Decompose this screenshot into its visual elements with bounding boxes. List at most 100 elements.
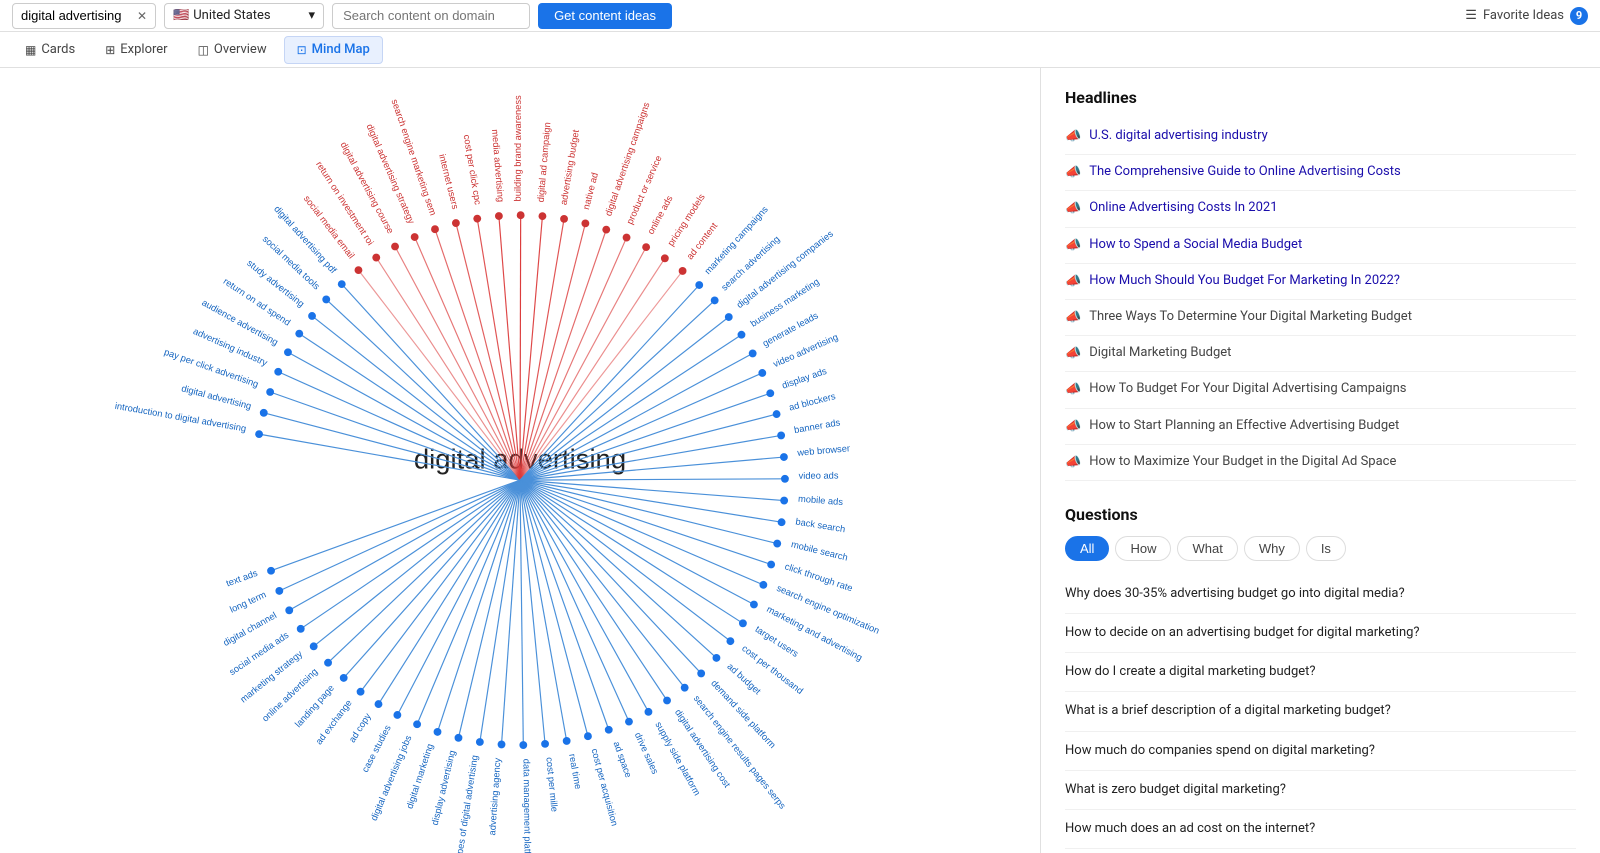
mindmap-node-dot[interactable]: [750, 601, 758, 609]
mindmap-node-dot[interactable]: [476, 738, 484, 746]
headline-item[interactable]: 📣The Comprehensive Guide to Online Adver…: [1065, 155, 1576, 191]
mindmap-node-label[interactable]: ad content: [685, 221, 720, 262]
mindmap-node-dot[interactable]: [455, 734, 463, 742]
mindmap-node-dot[interactable]: [310, 642, 318, 650]
question-item[interactable]: How do I create a digital marketing budg…: [1065, 653, 1576, 692]
mindmap-node-dot[interactable]: [473, 215, 481, 223]
mindmap-node-dot[interactable]: [781, 475, 789, 483]
headline-item[interactable]: 📣U.S. digital advertising industry: [1065, 119, 1576, 155]
headline-item[interactable]: 📣How to Spend a Social Media Budget: [1065, 228, 1576, 264]
mindmap-node-dot[interactable]: [267, 567, 275, 575]
headline-item[interactable]: 📣How To Budget For Your Digital Advertis…: [1065, 372, 1576, 408]
mindmap-node-dot[interactable]: [713, 654, 721, 662]
mindmap-node-label[interactable]: search engine optimization: [775, 583, 881, 636]
question-filter-all[interactable]: All: [1065, 536, 1109, 561]
mindmap-node-dot[interactable]: [391, 243, 399, 251]
mindmap-node-label[interactable]: web browser: [796, 443, 850, 458]
mindmap-node-dot[interactable]: [266, 388, 274, 396]
mindmap-node-label[interactable]: internet users: [437, 153, 460, 210]
mindmap-node-dot[interactable]: [295, 330, 303, 338]
question-item[interactable]: What is zero budget digital marketing?: [1065, 771, 1576, 810]
mindmap-node-label[interactable]: return on investment roi: [314, 160, 375, 248]
mindmap-node-dot[interactable]: [517, 211, 525, 219]
mindmap-node-dot[interactable]: [726, 637, 734, 645]
mindmap-node-label[interactable]: display advertising: [430, 749, 458, 826]
keyword-input[interactable]: digital advertising: [21, 8, 131, 23]
headline-item[interactable]: 📣Digital Marketing Budget: [1065, 336, 1576, 372]
mindmap-node-dot[interactable]: [773, 410, 781, 418]
mindmap-node-dot[interactable]: [452, 219, 460, 227]
mindmap-node-dot[interactable]: [584, 732, 592, 740]
mindmap-node-dot[interactable]: [767, 561, 775, 569]
mindmap-node-label[interactable]: video ads: [799, 471, 839, 481]
mindmap-node-dot[interactable]: [393, 711, 401, 719]
mindmap-node-dot[interactable]: [431, 225, 439, 233]
mindmap-node-dot[interactable]: [780, 497, 788, 505]
mindmap-node-label[interactable]: types of digital advertising: [454, 754, 480, 853]
question-item[interactable]: Is digital advertising expensive?: [1065, 849, 1576, 853]
mindmap-node-dot[interactable]: [411, 233, 419, 241]
mindmap-node-label[interactable]: cost per click cpc: [462, 134, 483, 206]
headline-item[interactable]: 📣How to Start Planning an Effective Adve…: [1065, 409, 1576, 445]
mindmap-node-dot[interactable]: [759, 581, 767, 589]
mindmap-node-dot[interactable]: [625, 718, 633, 726]
mindmap-node-dot[interactable]: [605, 726, 613, 734]
mindmap-node-label[interactable]: marketing campaigns: [703, 204, 770, 276]
mindmap-node-dot[interactable]: [681, 684, 689, 692]
mindmap-node-dot[interactable]: [275, 587, 283, 595]
mindmap-node-dot[interactable]: [623, 234, 631, 242]
close-icon[interactable]: ✕: [137, 9, 147, 23]
question-filter-what[interactable]: What: [1177, 536, 1237, 561]
mindmap-node-label[interactable]: ad blockers: [788, 391, 837, 413]
question-filter-how[interactable]: How: [1115, 536, 1171, 561]
mindmap-node-dot[interactable]: [434, 728, 442, 736]
tab-mindmap[interactable]: ⊡ Mind Map: [284, 36, 383, 64]
mindmap-node-dot[interactable]: [697, 670, 705, 678]
mindmap-node-dot[interactable]: [738, 331, 746, 339]
question-item[interactable]: How much do companies spend on digital m…: [1065, 732, 1576, 771]
tab-cards[interactable]: ▦ Cards: [12, 36, 88, 64]
mindmap-node-label[interactable]: text ads: [225, 568, 259, 589]
mindmap-node-label[interactable]: ad space: [611, 740, 633, 779]
mindmap-node-label[interactable]: cost per acquisition: [590, 747, 620, 827]
mindmap-node-label[interactable]: digital advertising cost: [673, 707, 732, 789]
mindmap-node-dot[interactable]: [498, 740, 506, 748]
mindmap-node-dot[interactable]: [539, 212, 547, 220]
mindmap-node-dot[interactable]: [563, 737, 571, 745]
mindmap-node-dot[interactable]: [766, 389, 774, 397]
mindmap-node-dot[interactable]: [413, 720, 421, 728]
headline-item[interactable]: 📣Online Advertising Costs In 2021: [1065, 191, 1576, 227]
mindmap-node-label[interactable]: back search: [795, 517, 846, 535]
mindmap-node-dot[interactable]: [338, 280, 346, 288]
mindmap-node-dot[interactable]: [773, 540, 781, 548]
mindmap-node-dot[interactable]: [308, 312, 316, 320]
mindmap-node-dot[interactable]: [663, 697, 671, 705]
headline-item[interactable]: 📣Three Ways To Determine Your Digital Ma…: [1065, 300, 1576, 336]
mindmap-node-label[interactable]: digital advertising: [180, 383, 252, 411]
mindmap-node-dot[interactable]: [661, 254, 669, 262]
mindmap-node-label[interactable]: advertising agency: [487, 757, 502, 836]
mindmap-node-dot[interactable]: [284, 348, 292, 356]
mindmap-node-dot[interactable]: [777, 431, 785, 439]
question-item[interactable]: What is a brief description of a digital…: [1065, 692, 1576, 731]
mindmap-node-label[interactable]: demand side platform: [709, 678, 778, 750]
mindmap-node-label[interactable]: long term: [228, 589, 268, 614]
mindmap-node-label[interactable]: real time: [567, 753, 583, 790]
mindmap-node-label[interactable]: media advertising: [490, 129, 506, 203]
mindmap-area[interactable]: .mm-line { stroke-width: 1.2; fill: none…: [0, 68, 1040, 853]
tab-overview[interactable]: ◫ Overview: [185, 36, 280, 64]
mindmap-node-dot[interactable]: [495, 212, 503, 220]
mindmap-node-dot[interactable]: [642, 243, 650, 251]
mindmap-node-label[interactable]: case studies: [360, 723, 393, 774]
question-item[interactable]: How much does an ad cost on the internet…: [1065, 810, 1576, 849]
mindmap-node-label[interactable]: mobile search: [790, 539, 849, 563]
mindmap-node-label[interactable]: mobile ads: [798, 494, 844, 507]
mindmap-node-dot[interactable]: [355, 266, 363, 274]
mindmap-node-dot[interactable]: [778, 518, 786, 526]
mindmap-node-dot[interactable]: [758, 369, 766, 377]
mindmap-node-label[interactable]: data management platform: [521, 759, 532, 853]
mindmap-node-dot[interactable]: [375, 700, 383, 708]
mindmap-node-label[interactable]: advertising budget: [558, 129, 581, 206]
mindmap-node-label[interactable]: banner ads: [793, 417, 841, 435]
mindmap-node-dot[interactable]: [560, 215, 568, 223]
